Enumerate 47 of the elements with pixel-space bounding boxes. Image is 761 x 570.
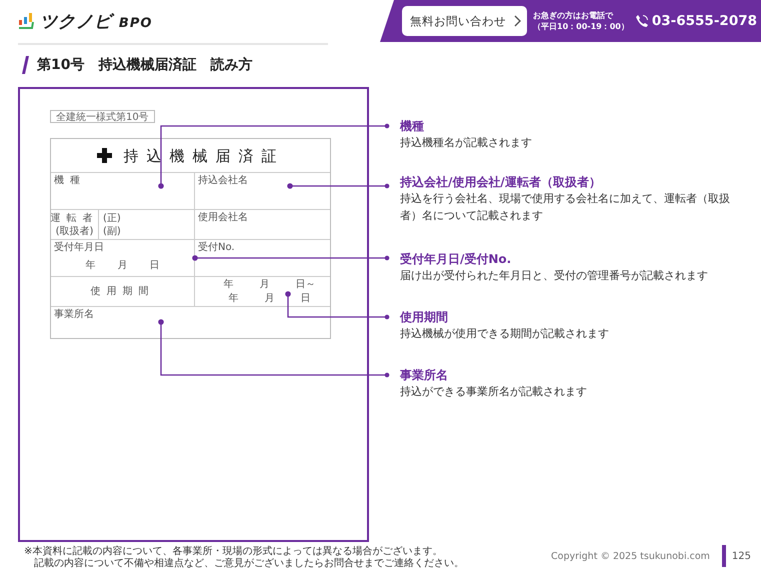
callout-description: 届け出が受付られた年月日と、受付の管理番号が記載されます: [400, 268, 709, 284]
copyright-text: Copyright © 2025 tsukunobi.com: [551, 550, 710, 562]
logo-icon: [18, 12, 34, 30]
form-label: 事業所名: [54, 309, 94, 320]
form-label: 月: [260, 279, 270, 291]
contact-hours-text: （平日10：00-19：00）: [533, 21, 629, 32]
form-number: 全建統一様式第10号: [50, 110, 155, 123]
form-label: 持込会社名: [198, 175, 248, 186]
form-label: 使用期間: [90, 286, 154, 298]
footnote-text: ※本資料に記載の内容について、各事業所・現場の形式によっては異なる場合がございます。: [24, 546, 444, 558]
form-label: 機種: [54, 175, 86, 186]
callout-description: 持込機種名が記載されます: [400, 135, 533, 151]
form-label: 日: [150, 260, 160, 272]
callout-description: 持込を行う会社名、現場で使用する会社名に加えて、運転者（取扱者）名について記載されます: [400, 191, 731, 224]
callout-title: 持込会社/使用会社/運転者（取扱者）: [400, 174, 602, 190]
callout-description: 持込機械が使用できる期間が記載されます: [400, 326, 610, 342]
slash-icon: [22, 56, 29, 74]
footnote-text: 記載の内容について不備や相違点など、ご意見がございましたらお問合せまでご連絡ください。: [33, 558, 464, 570]
cross-icon: [96, 148, 112, 163]
callout-title: 事業所名: [400, 367, 449, 383]
logo-text: ツクノビ BPO: [40, 10, 152, 32]
callout-description: 持込ができる事業所名が記載されます: [400, 384, 588, 400]
phone-icon: [634, 14, 649, 28]
page-title: 第10号 持込機械届済証 読み方: [37, 56, 252, 74]
form-label: 年: [86, 260, 96, 272]
callout-title: 受付年月日/受付No.: [400, 251, 512, 267]
form-label: 使用会社名: [198, 212, 248, 223]
callout-title: 使用期間: [400, 309, 449, 325]
form-label: 運転者: [50, 212, 98, 224]
form-label: 年: [228, 293, 238, 305]
form-label: 受付年月日: [54, 242, 104, 253]
form-label: (副): [103, 224, 122, 238]
form-label: 月: [264, 293, 274, 305]
form-label: 年: [224, 279, 234, 291]
contact-hours-text: お急ぎの方はお電話で: [533, 10, 614, 21]
page-number: 125: [732, 550, 752, 562]
phone-number[interactable]: 03-6555-2078: [652, 13, 757, 29]
form-label: 日: [300, 293, 310, 305]
callout-title: 機種: [400, 118, 425, 134]
form-label: 受付No.: [198, 242, 235, 253]
chevron-icon: [514, 15, 521, 27]
form-label: (正): [103, 212, 122, 224]
form-label: (取扱者): [56, 224, 94, 238]
contact-button[interactable]: 無料お問い合わせ: [402, 6, 527, 36]
form-title: 持込機械届済証: [124, 150, 284, 162]
form-label: 月: [118, 260, 128, 272]
form-label: 日～: [296, 279, 316, 291]
